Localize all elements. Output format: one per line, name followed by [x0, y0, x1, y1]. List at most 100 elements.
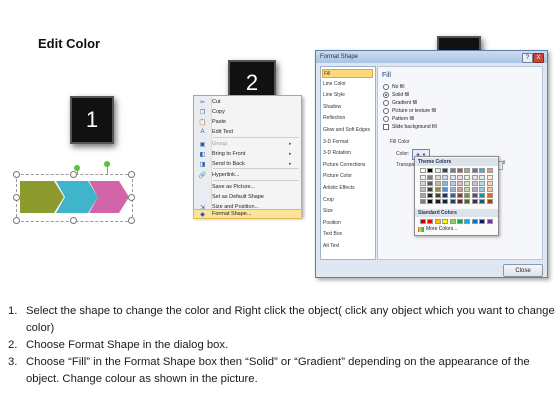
- color-swatch[interactable]: [434, 187, 441, 192]
- color-swatch[interactable]: [479, 219, 486, 224]
- color-swatch[interactable]: [486, 175, 493, 180]
- color-swatch[interactable]: [420, 175, 426, 180]
- color-swatch[interactable]: [449, 175, 456, 180]
- color-swatch[interactable]: [442, 175, 449, 180]
- menu-item[interactable]: ❐ Copy: [194, 107, 301, 117]
- menu-item[interactable]: 📋 Paste: [194, 117, 301, 127]
- color-swatch[interactable]: [464, 181, 471, 186]
- rotation-handle[interactable]: [104, 161, 110, 167]
- color-swatch[interactable]: [471, 193, 478, 198]
- resize-handle[interactable]: [128, 171, 135, 178]
- color-swatch[interactable]: [479, 168, 486, 173]
- color-swatch[interactable]: [471, 187, 478, 192]
- color-swatch[interactable]: [427, 175, 434, 180]
- color-swatch[interactable]: [457, 199, 463, 204]
- color-swatch[interactable]: [457, 175, 463, 180]
- menu-item[interactable]: ◧ Bring to Front ▸: [194, 149, 301, 159]
- color-swatch[interactable]: [442, 193, 449, 198]
- color-swatch[interactable]: [471, 181, 478, 186]
- color-swatch[interactable]: [427, 181, 434, 186]
- color-swatch[interactable]: [420, 187, 426, 192]
- color-swatch[interactable]: [420, 168, 426, 173]
- color-swatch[interactable]: [449, 187, 456, 192]
- color-swatch[interactable]: [464, 187, 471, 192]
- color-swatch[interactable]: [479, 181, 486, 186]
- color-swatch[interactable]: [434, 199, 441, 204]
- fill-checkbox-option[interactable]: Slide background fill: [383, 124, 437, 130]
- color-swatch[interactable]: [479, 193, 486, 198]
- color-swatch[interactable]: [420, 199, 426, 204]
- color-swatch[interactable]: [457, 187, 463, 192]
- color-swatch[interactable]: [420, 193, 426, 198]
- help-button[interactable]: ?: [522, 53, 533, 63]
- color-swatch[interactable]: [427, 219, 434, 224]
- nav-item[interactable]: Text Box: [323, 231, 342, 237]
- resize-handle[interactable]: [13, 217, 20, 224]
- color-swatch[interactable]: [442, 168, 449, 173]
- nav-item[interactable]: Picture Color: [323, 173, 352, 179]
- nav-item[interactable]: Line Color: [323, 81, 346, 87]
- nav-item[interactable]: Line Style: [323, 92, 345, 98]
- radio-button[interactable]: [383, 92, 389, 98]
- color-swatch[interactable]: [420, 181, 426, 186]
- color-swatch[interactable]: [479, 187, 486, 192]
- color-swatch[interactable]: [449, 219, 456, 224]
- menu-item[interactable]: ▣ Group ▸: [194, 139, 301, 149]
- color-swatch[interactable]: [479, 199, 486, 204]
- menu-item[interactable]: ✂ Cut: [194, 97, 301, 107]
- fill-radio-option[interactable]: Gradient fill: [383, 100, 417, 106]
- radio-button[interactable]: [383, 100, 389, 106]
- rotation-handle[interactable]: [74, 165, 80, 171]
- color-swatch[interactable]: [442, 181, 449, 186]
- nav-item[interactable]: Fill: [322, 69, 373, 78]
- menu-item[interactable]: ◆ Format Shape...: [193, 209, 302, 219]
- color-swatch[interactable]: [471, 219, 478, 224]
- spin-arrows-icon[interactable]: ⇕: [502, 160, 506, 166]
- nav-item[interactable]: Reflection: [323, 115, 345, 121]
- color-swatch[interactable]: [449, 181, 456, 186]
- nav-item[interactable]: Crop: [323, 197, 334, 203]
- nav-item[interactable]: 3-D Rotation: [323, 150, 351, 156]
- resize-handle[interactable]: [128, 217, 135, 224]
- color-swatch[interactable]: [449, 193, 456, 198]
- color-swatch[interactable]: [479, 175, 486, 180]
- color-swatch[interactable]: [464, 175, 471, 180]
- color-swatch[interactable]: [442, 199, 449, 204]
- menu-item[interactable]: 🔗 Hyperlink...: [194, 170, 301, 180]
- color-swatch[interactable]: [442, 219, 449, 224]
- color-swatch[interactable]: [486, 199, 493, 204]
- color-swatch[interactable]: [457, 181, 463, 186]
- color-swatch[interactable]: [486, 219, 493, 224]
- fill-radio-option[interactable]: Picture or texture fill: [383, 108, 436, 114]
- color-swatch[interactable]: [427, 199, 434, 204]
- color-swatch[interactable]: [471, 199, 478, 204]
- color-swatch[interactable]: [457, 168, 463, 173]
- nav-item[interactable]: Glow and Soft Edges: [323, 127, 370, 133]
- color-swatch[interactable]: [427, 187, 434, 192]
- color-swatch[interactable]: [464, 199, 471, 204]
- color-swatch[interactable]: [442, 187, 449, 192]
- color-swatch[interactable]: [434, 219, 441, 224]
- nav-item[interactable]: Picture Corrections: [323, 162, 366, 168]
- color-swatch[interactable]: [464, 168, 471, 173]
- color-swatch[interactable]: [449, 168, 456, 173]
- close-button[interactable]: Close: [503, 264, 543, 277]
- color-swatch[interactable]: [434, 175, 441, 180]
- menu-item[interactable]: A Edit Text: [194, 127, 301, 137]
- more-colors-option[interactable]: More Colors...: [418, 226, 457, 232]
- color-swatch[interactable]: [486, 193, 493, 198]
- color-swatch[interactable]: [434, 181, 441, 186]
- color-swatch[interactable]: [471, 175, 478, 180]
- color-swatch[interactable]: [457, 219, 463, 224]
- radio-button[interactable]: [383, 84, 389, 90]
- radio-button[interactable]: [383, 108, 389, 114]
- color-swatch[interactable]: [427, 168, 434, 173]
- nav-item[interactable]: Size: [323, 208, 333, 214]
- color-swatch[interactable]: [486, 181, 493, 186]
- close-icon[interactable]: X: [533, 53, 544, 63]
- color-swatch[interactable]: [471, 168, 478, 173]
- resize-handle[interactable]: [70, 171, 77, 178]
- color-swatch[interactable]: [486, 168, 493, 173]
- nav-item[interactable]: Position: [323, 220, 341, 226]
- resize-handle[interactable]: [13, 171, 20, 178]
